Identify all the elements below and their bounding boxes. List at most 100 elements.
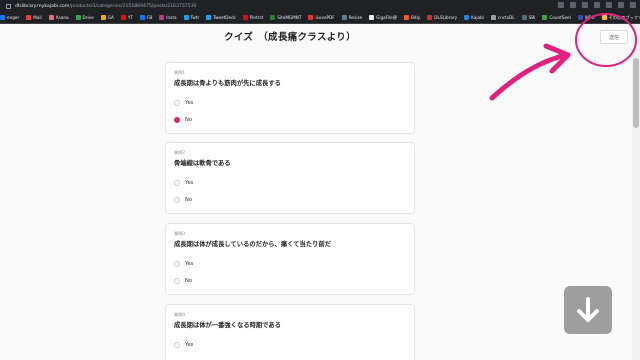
bookmark-item[interactable]: その他のブックマーク <box>601 15 640 21</box>
bookmark-item[interactable]: Mail <box>26 15 42 20</box>
sidebar-icon[interactable] <box>618 2 624 8</box>
bookmark-item[interactable]: SBI <box>521 15 536 20</box>
bookmark-favicon-icon <box>75 15 81 20</box>
quiz-page: クイズ （成長痛クラスより） 送信 質問1 成長期は骨よりも筋肉が先に成長する … <box>0 24 640 360</box>
bookmark-favicon-icon <box>427 15 433 20</box>
bookmark-item[interactable]: Pintrst <box>242 15 263 20</box>
radio-button-selected[interactable] <box>174 117 180 123</box>
question-card: 質問2 骨端線は軟骨である Yes No <box>165 142 415 214</box>
radio-button[interactable] <box>174 278 180 284</box>
bookmark-item[interactable]: GigaFile便 <box>369 15 397 21</box>
bookmark-item[interactable]: SiteMGMNT <box>270 15 301 20</box>
bookmark-item[interactable]: Twtr <box>183 15 200 20</box>
bookmark-label: Bitly <box>410 15 421 20</box>
download-button[interactable] <box>564 286 612 334</box>
question-card: 質問3 成長期は体が成長しているのだから、痛くて当たり前だ Yes No <box>165 223 415 295</box>
lock-icon <box>6 3 11 9</box>
bookmark-favicon-icon <box>183 15 189 20</box>
question-number: 質問4 <box>174 312 186 317</box>
option-no[interactable]: No <box>174 117 192 123</box>
bookmark-item[interactable]: cnctsDL <box>490 15 515 20</box>
bookmark-label: GigaFile便 <box>376 14 397 20</box>
bookmark-favicon-icon <box>490 15 496 20</box>
bookmark-item[interactable]: CountSeel <box>542 15 571 20</box>
radio-button[interactable] <box>174 261 180 267</box>
bookmark-favicon-icon <box>308 15 314 20</box>
bookmark-item[interactable]: enger <box>0 15 19 20</box>
radio-button[interactable] <box>174 100 180 106</box>
address-bar[interactable]: dlslibrary.mykajabi.com/products/3/categ… <box>0 0 640 12</box>
option-label: No <box>185 197 193 203</box>
bookmark-item[interactable]: GA <box>100 15 114 20</box>
option-label: Yes <box>185 180 194 186</box>
bookmark-label: Insta <box>166 15 177 20</box>
bookmark-favicon-icon <box>403 15 409 20</box>
send-button[interactable]: 送信 <box>600 30 628 44</box>
share-icon[interactable] <box>570 2 576 8</box>
bookmark-label: FB <box>146 15 153 20</box>
search-icon[interactable] <box>558 2 564 8</box>
bookmark-label: Mail <box>33 15 42 20</box>
question-text: 成長期は体が成長しているのだから、痛くて当たり前だ <box>174 241 332 248</box>
bookmark-label: iLovePDF <box>315 15 335 20</box>
radio-button[interactable] <box>174 180 180 186</box>
bookmark-label: Twtr <box>190 15 200 20</box>
extension-icon[interactable] <box>594 2 600 8</box>
bookmark-label: enger <box>7 15 20 20</box>
bookmark-item[interactable]: Insta <box>159 15 177 20</box>
url-text[interactable]: dlslibrary.mykajabi.com/products/3/categ… <box>15 4 196 9</box>
page-title: クイズ （成長痛クラスより） <box>224 32 356 43</box>
bookmark-favicon-icon <box>577 15 583 20</box>
bookmark-label: WFG <box>584 15 595 20</box>
bookmark-label: cnctsDL <box>497 15 515 20</box>
scrollbar-thumb[interactable] <box>633 58 639 128</box>
bookmark-item[interactable]: Kajabi <box>464 15 484 20</box>
bookmark-favicon-icon <box>48 15 54 20</box>
option-no[interactable]: No <box>174 278 192 284</box>
bookmark-favicon-icon <box>601 15 607 20</box>
bookmark-label: Kajabi <box>471 15 484 20</box>
option-label: Yes <box>185 100 194 106</box>
bookmark-label: Resize <box>348 15 363 20</box>
radio-button[interactable] <box>174 342 180 348</box>
option-yes[interactable]: Yes <box>174 100 193 106</box>
bookmark-favicon-icon <box>159 15 165 20</box>
option-no[interactable]: No <box>174 197 192 203</box>
bookmark-favicon-icon <box>120 15 126 20</box>
bookmark-item[interactable]: Drive <box>75 15 94 20</box>
profile-icon[interactable] <box>630 2 636 8</box>
star-icon[interactable] <box>582 2 588 8</box>
option-label: No <box>185 117 193 123</box>
radio-button[interactable] <box>174 197 180 203</box>
bookmark-label: GA <box>107 15 114 20</box>
option-yes[interactable]: Yes <box>174 180 193 186</box>
bookmark-label: Asana <box>55 15 69 20</box>
bookmark-item[interactable]: Bitly <box>403 15 421 20</box>
bookmark-favicon-icon <box>26 15 32 20</box>
bookmark-item[interactable]: iLovePDF <box>308 15 335 20</box>
puzzle-icon[interactable] <box>606 2 612 8</box>
bookmark-favicon-icon <box>341 15 347 20</box>
question-text: 成長期は体が一番強くなる時期である <box>174 322 281 329</box>
question-card: 質問4 成長期は体が一番強くなる時期である Yes <box>165 304 415 360</box>
option-yes[interactable]: Yes <box>174 342 193 348</box>
bookmark-favicon-icon <box>100 15 106 20</box>
bookmark-label: SBI <box>528 15 536 20</box>
bookmark-favicon-icon <box>242 15 248 20</box>
bookmark-item[interactable]: Asana <box>48 15 69 20</box>
bookmark-favicon-icon <box>206 15 212 20</box>
question-text: 成長期は骨よりも筋肉が先に成長する <box>174 80 281 87</box>
bookmark-item[interactable]: YT <box>120 15 133 20</box>
option-yes[interactable]: Yes <box>174 261 193 267</box>
bookmark-favicon-icon <box>464 15 470 20</box>
option-label: No <box>185 278 193 284</box>
bookmark-item[interactable]: WFG <box>577 15 595 20</box>
bookmark-label: SiteMGMNT <box>277 15 302 20</box>
browser-toolbar-icons <box>558 2 636 8</box>
bookmark-item[interactable]: FB <box>139 15 153 20</box>
bookmark-item[interactable]: Resize <box>341 15 363 20</box>
bookmark-favicon-icon <box>0 15 5 20</box>
bookmark-item[interactable]: DLSLibrary <box>427 15 457 20</box>
bookmark-item[interactable]: TweetDeck <box>206 15 236 20</box>
arrow-down-icon <box>577 297 599 322</box>
